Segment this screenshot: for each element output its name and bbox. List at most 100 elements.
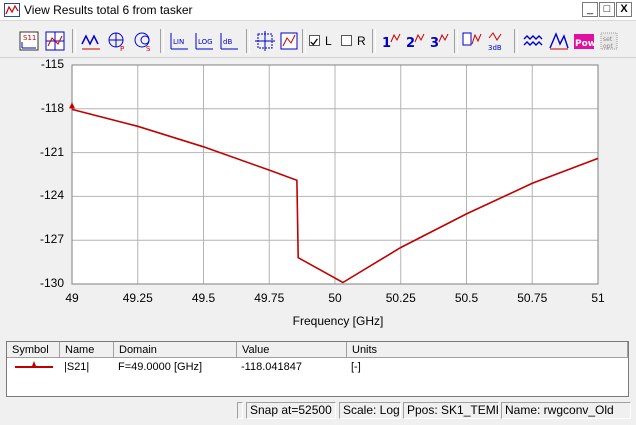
app-icon xyxy=(4,3,20,17)
y-tick-label: -127 xyxy=(39,232,64,247)
toolbar-separator xyxy=(454,29,458,53)
svg-text:dB: dB xyxy=(223,38,232,46)
x-tick-label: 49.75 xyxy=(254,291,285,305)
check-icon xyxy=(310,38,318,46)
left-axis-checkbox[interactable] xyxy=(309,35,320,46)
minimize-button[interactable]: _ xyxy=(582,2,598,17)
column-header-name[interactable]: Name xyxy=(60,342,114,358)
marker-2-icon: 2 xyxy=(406,33,425,51)
marker-2-button[interactable]: 2 xyxy=(404,30,426,52)
x-tick-label: 49 xyxy=(65,291,79,305)
power-icon: Pow xyxy=(574,34,595,49)
y-tick-label: -124 xyxy=(39,188,64,203)
row-domain: F=49.0000 [GHz] xyxy=(118,361,203,373)
row-value: -118.041847 xyxy=(241,361,302,373)
row-name: |S21| xyxy=(64,361,90,373)
ripple-icon xyxy=(523,35,543,46)
x-tick-label: 50 xyxy=(328,291,342,305)
x-axis-label: Frequency [GHz] xyxy=(292,314,384,328)
x-tick-label: 51 xyxy=(591,291,605,305)
polar-icon: P xyxy=(108,32,124,52)
wave-button[interactable] xyxy=(80,30,102,52)
window-title: View Results total 6 from tasker xyxy=(24,3,193,17)
y-tick-label: -130 xyxy=(39,276,64,290)
fit-button[interactable] xyxy=(278,30,300,52)
db-scale-button[interactable]: dB xyxy=(218,30,240,52)
toolbar-separator xyxy=(246,29,250,53)
x-tick-label: 49.25 xyxy=(122,291,153,305)
svg-text:S11: S11 xyxy=(23,34,36,42)
svg-text:3dB: 3dB xyxy=(488,44,502,52)
status-ppos: Ppos: SK1_TEMPL xyxy=(403,402,499,419)
y-tick-label: -118 xyxy=(40,100,64,115)
power-button[interactable]: Pow xyxy=(573,30,595,52)
right-axis-checkbox[interactable] xyxy=(341,35,352,46)
status-name: Name: rwgconv_Old xyxy=(501,402,631,419)
svg-text:3: 3 xyxy=(430,36,439,51)
column-header-units[interactable]: Units xyxy=(347,342,628,358)
status-cell-empty xyxy=(237,402,243,419)
s11-view-button[interactable]: S11 xyxy=(18,30,40,52)
svg-text:2: 2 xyxy=(406,36,415,51)
table-header: Symbol Name Domain Value Units xyxy=(7,342,628,359)
plot-area[interactable]: -115 -118 -121 -124 -127 -130 49 49.25 49.5 49.7… xyxy=(6,57,630,334)
svg-text:opt: opt xyxy=(603,43,613,50)
svg-text:P: P xyxy=(120,45,124,52)
y-tick-label: -115 xyxy=(40,57,64,71)
peak-icon xyxy=(549,32,569,50)
peak-button[interactable] xyxy=(548,30,570,52)
maximize-button[interactable]: □ xyxy=(599,2,615,17)
toolbar: S11 P S LIN LOG dB L R 1 2 3 3dB Pow set… xyxy=(0,21,636,58)
y-tick-label: -121 xyxy=(39,144,64,159)
results-table[interactable]: Symbol Name Domain Value Units |S21| F=4… xyxy=(6,341,629,397)
fit-icon xyxy=(280,32,298,50)
log-scale-button[interactable]: LOG xyxy=(193,30,215,52)
svg-text:set: set xyxy=(603,36,613,43)
x-tick-label: 50.75 xyxy=(517,291,548,305)
close-button[interactable]: X xyxy=(616,2,632,17)
ripple-button[interactable] xyxy=(522,30,544,52)
svg-text:LIN: LIN xyxy=(173,38,184,46)
svg-text:1: 1 xyxy=(382,36,391,51)
toolbar-separator xyxy=(72,29,76,53)
status-scale: Scale: Log. xyxy=(339,402,401,419)
left-axis-label: L xyxy=(325,34,332,48)
linear-icon: LIN xyxy=(170,33,188,50)
column-header-domain[interactable]: Domain xyxy=(114,342,237,358)
svg-text:S: S xyxy=(146,45,151,52)
delta-marker-icon xyxy=(462,32,482,46)
log-icon: LOG xyxy=(195,33,213,50)
toolbar-separator xyxy=(302,29,306,53)
window-controls: _ □ X xyxy=(581,2,632,17)
marker-1-icon: 1 xyxy=(382,33,401,51)
status-snap: Snap at=52500 xyxy=(246,402,336,419)
zoom-button[interactable] xyxy=(254,30,276,52)
settings-icon: setopt xyxy=(600,32,618,50)
zoom-icon xyxy=(255,31,275,51)
toolbar-separator xyxy=(372,29,376,53)
toolbar-separator xyxy=(160,29,164,53)
s11-icon: S11 xyxy=(19,31,39,51)
settings-button[interactable]: set opt xyxy=(598,30,620,52)
linear-scale-button[interactable]: LIN xyxy=(168,30,190,52)
3db-button[interactable]: 3dB xyxy=(486,30,508,52)
svg-text:Pow: Pow xyxy=(575,39,595,49)
status-bar: Snap at=52500 Scale: Log. Ppos: SK1_TEMP… xyxy=(0,400,636,425)
grid-view-button[interactable] xyxy=(44,30,66,52)
delta-marker-button[interactable] xyxy=(461,30,483,52)
column-header-value[interactable]: Value xyxy=(237,342,347,358)
marker-1-button[interactable]: 1 xyxy=(380,30,402,52)
marker-3-button[interactable]: 3 xyxy=(428,30,450,52)
x-tick-label: 50.5 xyxy=(454,291,479,305)
title-bar: View Results total 6 from tasker _ □ X xyxy=(0,0,636,21)
svg-text:LOG: LOG xyxy=(198,38,213,46)
db-icon: dB xyxy=(220,33,238,50)
polar-button[interactable]: P xyxy=(106,30,128,52)
column-header-symbol[interactable]: Symbol xyxy=(7,342,60,358)
x-tick-label: 50.25 xyxy=(385,291,416,305)
wave-icon xyxy=(81,34,100,50)
smith-button[interactable]: S xyxy=(132,30,154,52)
marker-3-icon: 3 xyxy=(430,33,449,51)
x-tick-label: 49.5 xyxy=(191,291,216,305)
right-axis-label: R xyxy=(357,34,366,48)
